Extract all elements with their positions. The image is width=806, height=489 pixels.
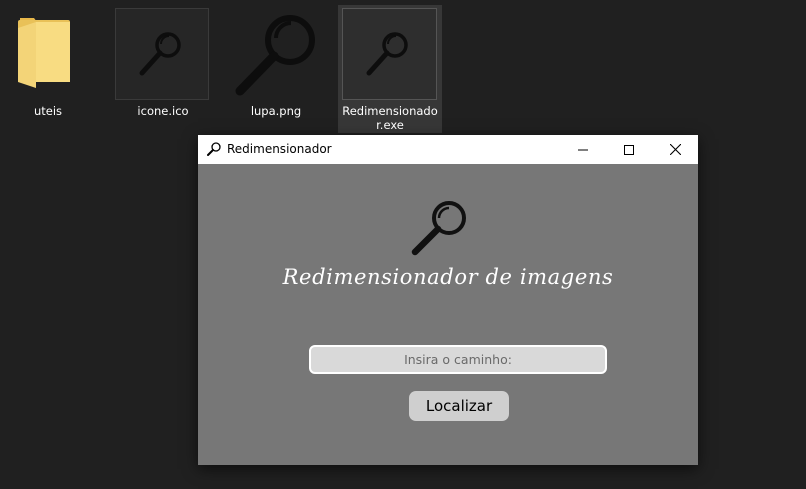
desktop-item-label: lupa.png	[250, 104, 302, 118]
maximize-button[interactable]	[606, 135, 652, 164]
desktop-item-label: uteis	[33, 104, 63, 118]
magnifier-icon	[139, 32, 181, 76]
folder-icon	[18, 18, 70, 88]
maximize-icon	[624, 144, 634, 155]
minimize-button[interactable]	[560, 135, 606, 164]
desktop-item-label: Redimensionado	[342, 104, 438, 118]
window-title: Redimensionador	[227, 142, 332, 156]
desktop-item-label: icone.ico	[137, 104, 189, 118]
close-button[interactable]	[652, 135, 698, 164]
minimize-icon	[578, 149, 588, 150]
magnifier-icon	[366, 32, 408, 76]
desktop-item-label: r.exe	[376, 118, 404, 132]
app-window: Redimensionador Redimensionador de image…	[198, 135, 698, 465]
magnifier-icon	[207, 142, 221, 156]
magnifier-icon	[235, 15, 315, 96]
page-heading: Redimensionador de imagens	[282, 265, 614, 289]
magnifier-icon	[411, 201, 466, 256]
title-bar[interactable]: Redimensionador	[198, 135, 698, 164]
window-content: Redimensionador de imagens Localizar	[198, 164, 698, 465]
path-input[interactable]	[309, 345, 607, 374]
locate-button[interactable]: Localizar	[409, 391, 509, 421]
close-icon	[669, 144, 681, 155]
